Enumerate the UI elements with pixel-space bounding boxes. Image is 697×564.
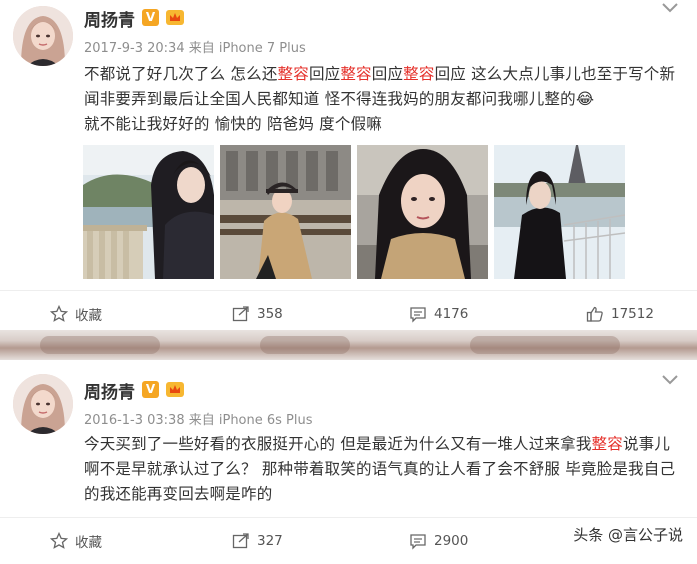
feed-divider — [0, 330, 697, 360]
text-seg: 就不能让我好好的 愉快的 陪爸妈 度个假嘛 — [84, 115, 382, 133]
star-icon — [50, 305, 68, 322]
photo-thumbnail[interactable] — [220, 145, 351, 279]
favorite-label: 收藏 — [75, 535, 102, 551]
keyword-highlight[interactable]: 整容 — [278, 65, 309, 83]
verified-badge-icon: V — [142, 9, 159, 26]
weibo-post-1: 周扬青 V 2017-9-3 20:34 来自 iPhone 7 Plus 不都… — [0, 0, 697, 330]
chevron-down-icon[interactable] — [661, 374, 679, 386]
like-count: 17512 — [611, 306, 654, 322]
post-meta: 2017-9-3 20:34 来自 iPhone 7 Plus — [84, 41, 306, 56]
star-icon — [50, 532, 68, 549]
repost-button[interactable]: 327 — [232, 518, 283, 564]
repost-icon — [232, 533, 249, 549]
photo-thumbnail[interactable] — [357, 145, 488, 279]
photo-thumbnail[interactable] — [494, 145, 625, 279]
blurred-image-fragment — [470, 336, 620, 354]
comment-icon — [410, 534, 426, 550]
repost-icon — [232, 306, 249, 322]
laugh-cry-emoji-icon: 😂 — [575, 90, 595, 108]
comment-count: 4176 — [434, 306, 469, 322]
text-seg: 回应 — [371, 65, 404, 83]
favorite-label: 收藏 — [75, 308, 102, 324]
comment-count: 2900 — [434, 533, 469, 549]
keyword-highlight[interactable]: 整容 — [592, 435, 623, 453]
avatar[interactable] — [13, 374, 73, 434]
post-text: 今天买到了一些好看的衣服挺开心的 但是最近为什么又有一堆人过来拿我整容说事儿 啊… — [84, 432, 684, 507]
comment-icon — [410, 307, 426, 323]
repost-count: 327 — [257, 533, 283, 549]
watermark: 头条 @言公子说 — [565, 520, 691, 548]
vip-crown-icon — [166, 10, 184, 25]
photo-grid — [83, 145, 628, 279]
text-seg: 回应 — [308, 65, 341, 83]
favorite-button[interactable]: 收藏 — [50, 518, 102, 564]
blurred-image-fragment — [40, 336, 160, 354]
repost-count: 358 — [257, 306, 283, 322]
vip-crown-icon — [166, 382, 184, 397]
username[interactable]: 周扬青 — [84, 378, 135, 403]
keyword-highlight[interactable]: 整容 — [403, 65, 434, 83]
comment-button[interactable]: 2900 — [409, 518, 468, 564]
blurred-image-fragment — [260, 336, 350, 354]
post-text: 不都说了好几次了么 怎么还整容回应整容回应整容回应 这么大点儿事儿也至于写个新闻… — [84, 62, 684, 137]
chevron-down-icon[interactable] — [661, 2, 679, 14]
post-meta: 2016-1-3 03:38 来自 iPhone 6s Plus — [84, 413, 313, 428]
thumbs-up-icon — [586, 306, 603, 322]
text-seg: 今天买到了一些好看的衣服挺开心的 但是最近为什么又有一堆人过来拿我 — [84, 435, 592, 453]
avatar[interactable] — [13, 6, 73, 66]
username[interactable]: 周扬青 — [84, 6, 135, 31]
verified-badge-icon: V — [142, 381, 159, 398]
photo-thumbnail[interactable] — [83, 145, 214, 279]
text-seg: 不都说了好几次了么 怎么还 — [84, 65, 278, 83]
keyword-highlight[interactable]: 整容 — [340, 65, 371, 83]
